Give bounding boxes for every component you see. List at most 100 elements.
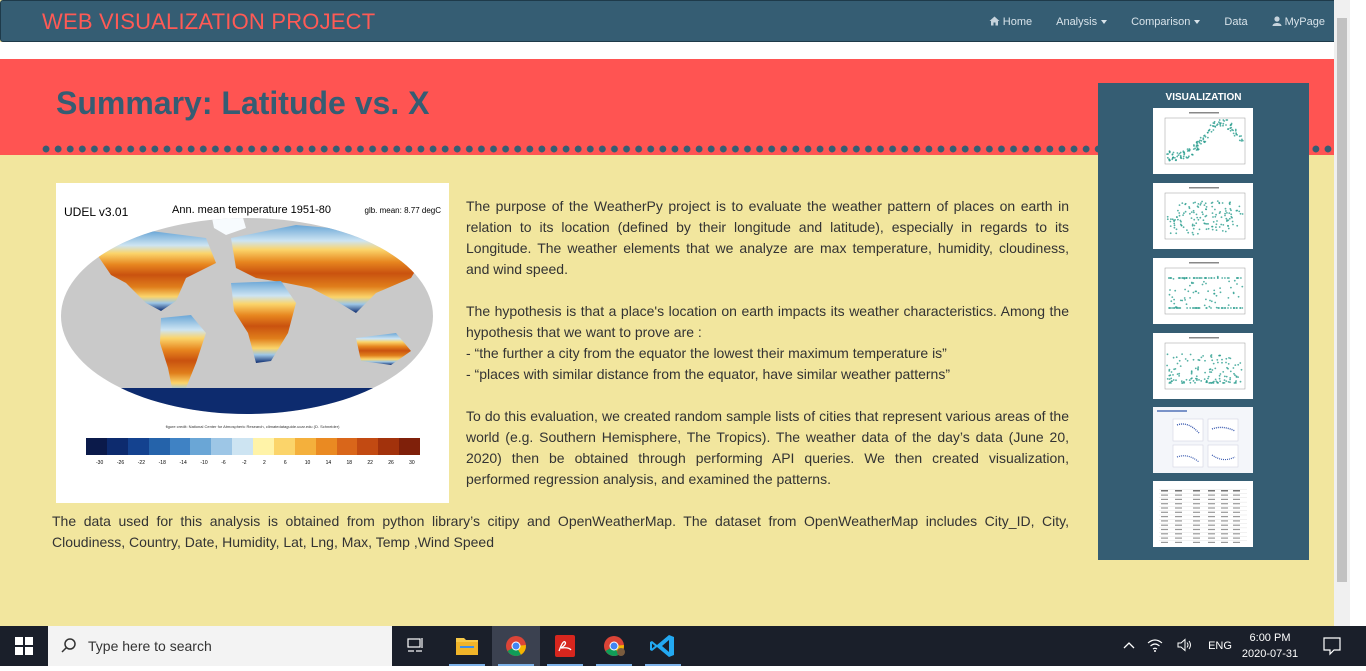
colorbar-swatch bbox=[190, 438, 211, 455]
colorbar-swatch bbox=[149, 438, 170, 455]
thumb-comparison-grid[interactable] bbox=[1153, 407, 1253, 473]
taskbar-search-box[interactable]: Type here to search bbox=[48, 626, 392, 666]
nav-home[interactable]: Home bbox=[989, 16, 1032, 29]
colorbar-swatch bbox=[107, 438, 128, 455]
browser-viewport: WEB VISUALIZATION PROJECT Home Analysis … bbox=[0, 0, 1350, 626]
windows-start-icon[interactable] bbox=[14, 636, 34, 656]
colorbar-tick-label: -22 bbox=[138, 460, 159, 466]
hypothesis-bullet: - “places with similar distance from the… bbox=[466, 364, 1069, 385]
top-navbar: WEB VISUALIZATION PROJECT Home Analysis … bbox=[0, 0, 1348, 42]
navbar-spacer bbox=[0, 42, 1350, 59]
colorbar-swatch bbox=[399, 438, 420, 455]
colorbar-swatch bbox=[295, 438, 316, 455]
system-tray: ENG bbox=[1118, 626, 1240, 666]
colorbar-tick-label: 18 bbox=[347, 460, 368, 466]
colorbar-tick-label: -10 bbox=[200, 460, 221, 466]
colorbar-swatch bbox=[253, 438, 274, 455]
colorbar-tick-label: -26 bbox=[117, 460, 138, 466]
clock-date: 2020-07-31 bbox=[1240, 646, 1300, 662]
search-placeholder: Type here to search bbox=[88, 638, 212, 654]
page-title: Summary: Latitude vs. X bbox=[56, 85, 429, 122]
table-thumbnail bbox=[1153, 481, 1253, 547]
map-global-mean: glb. mean: 8.77 degC bbox=[365, 206, 442, 215]
language-indicator[interactable]: ENG bbox=[1200, 640, 1240, 652]
scatter-thumbnail bbox=[1153, 333, 1253, 399]
chrome-profile-icon[interactable] bbox=[590, 626, 638, 666]
paragraph-data-source: The data used for this analysis is obtai… bbox=[52, 511, 1069, 553]
nav-mypage[interactable]: MyPage bbox=[1272, 16, 1325, 29]
temperature-map-figure: UDEL v3.01 Ann. mean temperature 1951-80… bbox=[56, 183, 449, 503]
map-colorbar-ticks: -30-26-22-18-14-10-6-226101418222630 bbox=[96, 460, 430, 466]
map-dataset-label: UDEL v3.01 bbox=[64, 205, 128, 219]
caret-down-icon bbox=[1194, 20, 1200, 24]
map-title: Ann. mean temperature 1951-80 bbox=[172, 204, 331, 216]
volume-icon[interactable] bbox=[1170, 638, 1200, 655]
nav-analysis[interactable]: Analysis bbox=[1056, 16, 1107, 28]
paragraph-hypothesis: The hypothesis is that a place's locatio… bbox=[466, 301, 1069, 385]
visualization-sidebar: VISUALIZATION bbox=[1098, 83, 1309, 560]
colorbar-tick-label: 22 bbox=[367, 460, 388, 466]
colorbar-tick-label: -30 bbox=[96, 460, 117, 466]
colorbar-tick-label: -18 bbox=[159, 460, 180, 466]
wifi-icon[interactable] bbox=[1140, 638, 1170, 655]
scatter-thumbnail bbox=[1153, 108, 1253, 174]
colorbar-swatch bbox=[211, 438, 232, 455]
colorbar-swatch bbox=[316, 438, 337, 455]
clock-time: 6:00 PM bbox=[1240, 630, 1300, 646]
brand-title[interactable]: WEB VISUALIZATION PROJECT bbox=[42, 9, 375, 35]
colorbar-swatch bbox=[86, 438, 107, 455]
map-colorbar bbox=[86, 438, 420, 455]
nav-comparison[interactable]: Comparison bbox=[1131, 16, 1200, 28]
colorbar-tick-label: 26 bbox=[388, 460, 409, 466]
thumb-data-table[interactable] bbox=[1153, 481, 1253, 547]
colorbar-swatch bbox=[128, 438, 149, 455]
vertical-scrollbar[interactable] bbox=[1334, 0, 1350, 626]
nav-data-label: Data bbox=[1224, 16, 1247, 28]
colorbar-tick-label: 30 bbox=[409, 460, 430, 466]
search-icon bbox=[60, 637, 78, 660]
scatter-thumbnail bbox=[1153, 258, 1253, 324]
scrollbar-thumb[interactable] bbox=[1337, 18, 1347, 582]
colorbar-tick-label: 2 bbox=[263, 460, 284, 466]
thumb-lat-vs-wind-speed[interactable] bbox=[1153, 333, 1253, 399]
hypothesis-intro: The hypothesis is that a place's locatio… bbox=[466, 301, 1069, 343]
notification-icon[interactable] bbox=[1312, 626, 1352, 666]
thumb-lat-vs-cloudiness[interactable] bbox=[1153, 258, 1253, 324]
pdf-reader-icon[interactable] bbox=[541, 626, 589, 666]
file-explorer-icon[interactable] bbox=[443, 626, 491, 666]
colorbar-swatch bbox=[170, 438, 191, 455]
colorbar-swatch bbox=[274, 438, 295, 455]
colorbar-swatch bbox=[232, 438, 253, 455]
taskbar-clock[interactable]: 6:00 PM 2020-07-31 bbox=[1240, 630, 1300, 662]
thumb-lat-vs-max-temp[interactable] bbox=[1153, 108, 1253, 174]
colorbar-swatch bbox=[357, 438, 378, 455]
paragraph-purpose: The purpose of the WeatherPy project is … bbox=[466, 196, 1069, 280]
task-view-icon[interactable] bbox=[392, 626, 440, 666]
colorbar-tick-label: -6 bbox=[221, 460, 242, 466]
comparison-thumbnail bbox=[1153, 407, 1253, 473]
colorbar-tick-label: 6 bbox=[284, 460, 305, 466]
caret-down-icon bbox=[1101, 20, 1107, 24]
sidebar-title: VISUALIZATION bbox=[1098, 92, 1309, 103]
colorbar-tick-label: -2 bbox=[242, 460, 263, 466]
map-credit: figure credit: National Center for Atmos… bbox=[56, 424, 449, 429]
vscode-icon[interactable] bbox=[639, 626, 687, 666]
colorbar-tick-label: -14 bbox=[180, 460, 201, 466]
colorbar-swatch bbox=[378, 438, 399, 455]
colorbar-tick-label: 14 bbox=[326, 460, 347, 466]
user-icon bbox=[1272, 16, 1282, 29]
paragraph-method: To do this evaluation, we created random… bbox=[466, 406, 1069, 490]
chrome-icon[interactable] bbox=[492, 626, 540, 666]
nav-data[interactable]: Data bbox=[1224, 16, 1247, 28]
colorbar-tick-label: 10 bbox=[305, 460, 326, 466]
colorbar-swatch bbox=[337, 438, 358, 455]
scatter-thumbnail bbox=[1153, 183, 1253, 249]
hypothesis-bullet: - “the further a city from the equator t… bbox=[466, 343, 1069, 364]
chevron-up-icon[interactable] bbox=[1118, 640, 1140, 652]
nav-links: Home Analysis Comparison Data MyPage bbox=[965, 1, 1325, 43]
nav-mypage-label: MyPage bbox=[1285, 16, 1325, 28]
nav-comparison-label: Comparison bbox=[1131, 16, 1190, 28]
nav-analysis-label: Analysis bbox=[1056, 16, 1097, 28]
world-temperature-map bbox=[56, 183, 449, 433]
thumb-lat-vs-humidity[interactable] bbox=[1153, 183, 1253, 249]
